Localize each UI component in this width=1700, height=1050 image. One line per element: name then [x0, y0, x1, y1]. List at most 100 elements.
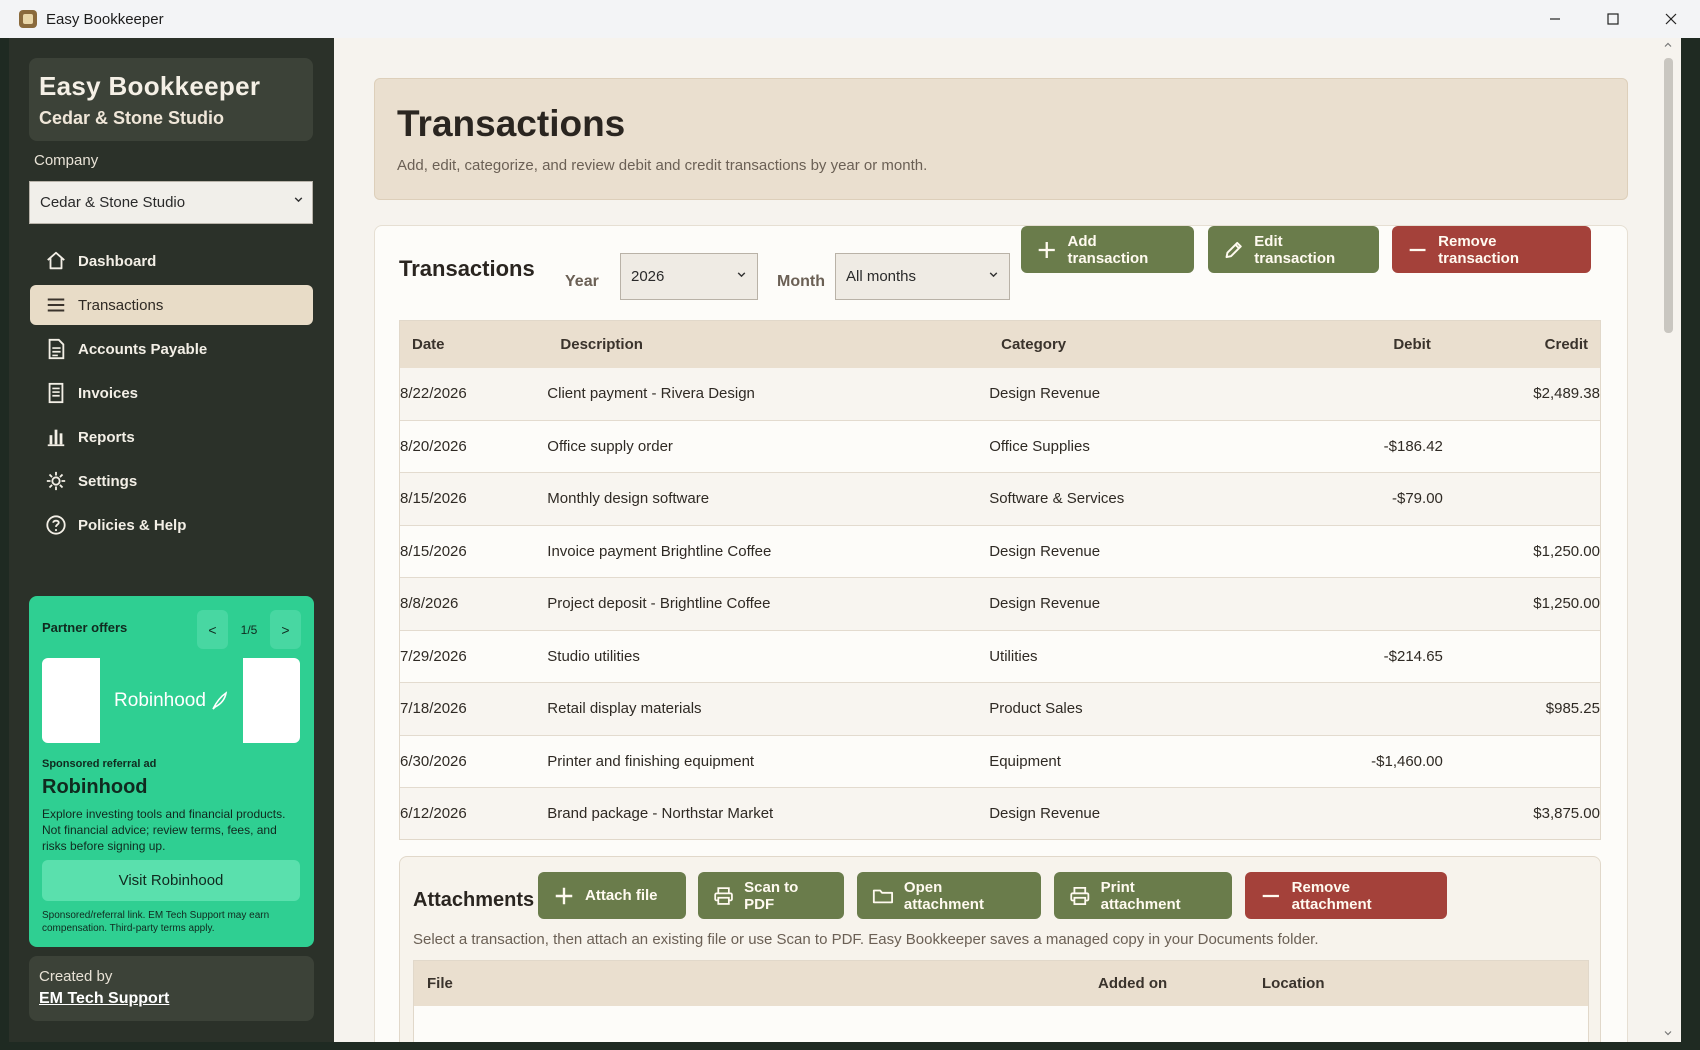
- table-row[interactable]: 8/15/2026 Invoice payment Brightline Cof…: [400, 525, 1600, 578]
- prev-offer-button[interactable]: <: [197, 610, 228, 649]
- table-row[interactable]: 8/22/2026 Client payment - Rivera Design…: [400, 368, 1600, 421]
- remove-transaction-button[interactable]: Remove transaction: [1392, 226, 1591, 273]
- column-header-date[interactable]: Date: [400, 336, 547, 353]
- company-label: Company: [34, 152, 99, 169]
- cell-description: Monthly design software: [547, 490, 710, 508]
- cell-description: Project deposit - Brightline Coffee: [547, 595, 771, 613]
- scan-to-pdf-button[interactable]: Scan to PDF: [698, 872, 844, 919]
- app-window: Easy Bookkeeper Cedar & Stone Studio Com…: [9, 38, 1691, 1042]
- cell-date: 8/15/2026: [400, 542, 467, 560]
- document-icon: [44, 337, 68, 361]
- remove-attachment-button[interactable]: Remove attachment: [1245, 872, 1447, 919]
- folder-icon: [872, 889, 894, 903]
- scrollbar-thumb[interactable]: [1664, 58, 1673, 333]
- remove-transaction-label: Remove transaction: [1438, 232, 1520, 267]
- attach-file-button[interactable]: Attach file: [538, 872, 686, 919]
- sidebar-item-invoices[interactable]: Invoices: [30, 373, 313, 413]
- feather-icon: [212, 690, 228, 710]
- company-select[interactable]: Cedar & Stone Studio: [29, 181, 313, 224]
- sidebar-item-reports[interactable]: Reports: [30, 417, 313, 457]
- cell-category: Design Revenue: [989, 542, 1101, 560]
- minimize-icon: [1550, 18, 1560, 20]
- table-row[interactable]: 6/12/2026 Brand package - Northstar Mark…: [400, 788, 1600, 839]
- sidebar-item-settings[interactable]: Settings: [30, 461, 313, 501]
- plus-icon: [555, 887, 573, 904]
- company-select-value: Cedar & Stone Studio: [40, 194, 186, 211]
- cell-date: 6/30/2026: [400, 752, 467, 770]
- sidebar-item-accounts-payable[interactable]: Accounts Payable: [30, 329, 313, 369]
- minus-icon: [1409, 248, 1426, 251]
- sidebar-item-transactions[interactable]: Transactions: [30, 285, 313, 325]
- partner-offers-heading: Partner offers: [42, 620, 128, 635]
- offer-disclaimer: Sponsored/referral link. EM Tech Support…: [42, 910, 270, 934]
- chevron-down-icon: [294, 197, 303, 203]
- sidebar-item-label: Accounts Payable: [78, 340, 208, 358]
- column-header-category[interactable]: Category: [989, 336, 1284, 353]
- cell-date: 8/15/2026: [400, 490, 467, 508]
- column-header-debit[interactable]: Debit: [1284, 336, 1443, 353]
- scroll-down-icon[interactable]: [1663, 1028, 1673, 1038]
- sidebar-item-label: Policies & Help: [78, 516, 187, 534]
- close-icon: [1665, 13, 1677, 25]
- add-transaction-button[interactable]: Add transaction: [1021, 226, 1194, 273]
- sidebar-item-policies-help[interactable]: Policies & Help: [30, 505, 313, 545]
- table-header: Date Description Category Debit Credit: [400, 321, 1600, 368]
- creator-link[interactable]: EM Tech Support: [39, 990, 304, 1008]
- scroll-up-icon[interactable]: [1663, 40, 1673, 50]
- minus-icon: [1262, 894, 1279, 897]
- table-row[interactable]: 8/20/2026 Office supply order Office Sup…: [400, 420, 1600, 473]
- home-icon: [44, 249, 68, 273]
- printer-icon: [714, 886, 733, 905]
- table-body: 8/22/2026 Client payment - Rivera Design…: [400, 368, 1600, 839]
- cell-credit: $2,489.38: [1533, 385, 1600, 403]
- cell-description: Printer and finishing equipment: [547, 752, 755, 770]
- sidebar-item-dashboard[interactable]: Dashboard: [30, 241, 313, 281]
- page-subtitle: Add, edit, categorize, and review debit …: [397, 157, 928, 174]
- column-header-file[interactable]: File: [414, 975, 1098, 992]
- cell-category: Utilities: [989, 647, 1038, 665]
- month-select[interactable]: All months: [835, 253, 1010, 300]
- year-select[interactable]: 2026: [620, 253, 758, 300]
- edit-transaction-button[interactable]: Edit transaction: [1208, 226, 1379, 273]
- cell-category: Product Sales: [989, 700, 1083, 718]
- table-row[interactable]: 8/8/2026 Project deposit - Brightline Co…: [400, 578, 1600, 631]
- cell-credit: $985.25: [1545, 700, 1600, 718]
- column-header-credit[interactable]: Credit: [1443, 336, 1600, 353]
- table-row[interactable]: 8/15/2026 Monthly design software Softwa…: [400, 473, 1600, 526]
- column-header-added-on[interactable]: Added on: [1098, 975, 1262, 992]
- attachments-panel: Attachments Attach file Scan to PDF Open…: [399, 856, 1601, 1042]
- page-title: Transactions: [397, 103, 626, 144]
- open-attachment-label: Open attachment: [903, 878, 984, 913]
- gear-icon: [44, 469, 68, 493]
- print-attachment-button[interactable]: Print attachment: [1054, 872, 1232, 919]
- maximize-button[interactable]: [1584, 0, 1642, 38]
- remove-attachment-label: Remove attachment: [1291, 878, 1372, 913]
- open-attachment-button[interactable]: Open attachment: [857, 872, 1041, 919]
- month-select-value: All months: [846, 268, 917, 285]
- main-scrollbar[interactable]: [1657, 38, 1681, 1042]
- sidebar-item-label: Transactions: [78, 296, 164, 314]
- robinhood-logo-text: Robinhood: [114, 689, 206, 711]
- attach-file-label: Attach file: [585, 887, 658, 904]
- attachments-table-header: File Added on Location: [414, 961, 1588, 1006]
- year-label: Year: [565, 273, 599, 290]
- cell-date: 8/20/2026: [400, 437, 467, 455]
- table-row[interactable]: 6/30/2026 Printer and finishing equipmen…: [400, 735, 1600, 788]
- column-header-description[interactable]: Description: [547, 336, 989, 353]
- offer-logo-frame[interactable]: Robinhood: [42, 658, 300, 743]
- attachments-table-body: [414, 1006, 1588, 1042]
- attachments-title: Attachments: [413, 889, 535, 911]
- sponsored-label: Sponsored referral ad: [42, 758, 157, 770]
- visit-offer-button[interactable]: Visit Robinhood: [42, 860, 300, 901]
- close-button[interactable]: [1642, 0, 1700, 38]
- month-label: Month: [777, 273, 825, 290]
- add-transaction-label: Add transaction: [1067, 232, 1149, 267]
- table-row[interactable]: 7/18/2026 Retail display materials Produ…: [400, 683, 1600, 736]
- next-offer-button[interactable]: >: [270, 610, 301, 649]
- table-row[interactable]: 7/29/2026 Studio utilities Utilities -$2…: [400, 630, 1600, 683]
- cell-credit: $1,250.00: [1533, 595, 1600, 613]
- minimize-button[interactable]: [1526, 0, 1584, 38]
- help-icon: [44, 513, 68, 537]
- cell-debit: -$214.65: [1383, 647, 1443, 665]
- column-header-location[interactable]: Location: [1262, 975, 1562, 992]
